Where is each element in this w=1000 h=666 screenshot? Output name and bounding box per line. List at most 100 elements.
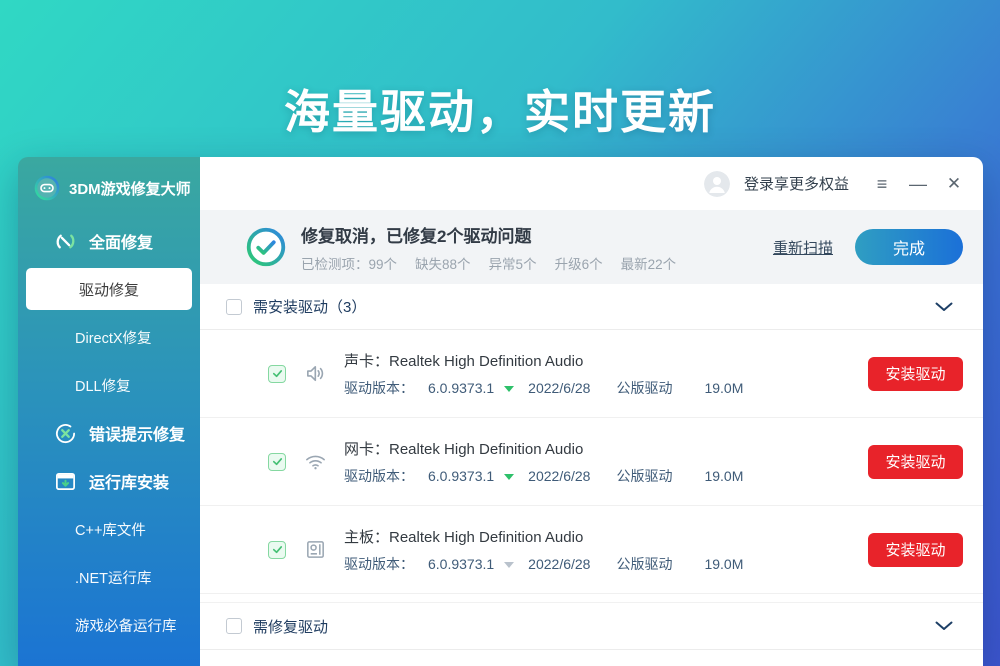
section-install-checkbox[interactable] — [226, 299, 242, 315]
install-driver-button[interactable]: 安装驱动 — [868, 445, 963, 479]
minimize-icon[interactable]: — — [907, 175, 929, 193]
sidebar-item-cpp-library[interactable]: C++库文件 — [18, 505, 200, 553]
driver-row-network-card: 网卡：Realtek High Definition Audio 驱动版本： 6… — [200, 418, 983, 506]
stat-missing: 缺失88个 — [415, 253, 471, 273]
sidebar-item-dotnet-runtime[interactable]: .NET运行库 — [18, 553, 200, 601]
close-icon[interactable]: ✕ — [943, 175, 965, 192]
main-panel: 登录享更多权益 ≡ — ✕ 修复取消，已修复2个驱动问题 已检测项：99个 缺失… — [200, 157, 983, 666]
driver-size: 19.0M — [704, 468, 743, 484]
motherboard-icon — [304, 538, 327, 561]
checkmark-icon — [271, 543, 284, 556]
version-value: 6.0.9373.1 — [428, 556, 494, 572]
check-circle-icon — [246, 227, 286, 267]
driver-checkbox[interactable] — [268, 541, 286, 559]
sidebar-item-label: DirectX修复 — [75, 327, 152, 348]
banner-actions: 重新扫描 完成 — [773, 229, 963, 265]
sidebar-item-label: 错误提示修复 — [89, 421, 185, 445]
section-repair-checkbox[interactable] — [226, 618, 242, 634]
sidebar-item-error-repair[interactable]: 错误提示修复 — [18, 409, 200, 457]
version-value: 6.0.9373.1 — [428, 468, 494, 484]
app-window: 3DM游戏修复大师 全面修复 驱动修复 DirectX修复 — [18, 157, 983, 666]
sidebar: 3DM游戏修复大师 全面修复 驱动修复 DirectX修复 — [18, 157, 200, 666]
version-label: 驱动版本： — [344, 554, 414, 574]
driver-checkbox[interactable] — [268, 453, 286, 471]
version-value: 6.0.9373.1 — [428, 380, 494, 396]
status-title: 修复取消，已修复2个驱动问题 — [301, 222, 676, 247]
driver-type: 公版驱动 — [616, 378, 672, 398]
driver-row-motherboard: 主板：Realtek High Definition Audio 驱动版本： 6… — [200, 506, 983, 594]
sidebar-item-dll-repair[interactable]: DLL修复 — [18, 361, 200, 409]
version-dropdown-icon[interactable] — [504, 474, 514, 480]
checkmark-icon — [271, 367, 284, 380]
install-driver-button[interactable]: 安装驱动 — [868, 357, 963, 391]
stat-upgrade: 升级6个 — [555, 253, 603, 273]
driver-info: 声卡：Realtek High Definition Audio 驱动版本： 6… — [344, 350, 743, 398]
driver-size: 19.0M — [704, 556, 743, 572]
driver-date: 2022/6/28 — [528, 380, 590, 396]
refresh-error-icon — [54, 422, 77, 445]
section-install-header[interactable]: 需安装驱动（3） — [200, 284, 983, 330]
sidebar-item-label: C++库文件 — [75, 519, 146, 540]
wrench-icon — [54, 230, 77, 253]
version-dropdown-icon[interactable] — [504, 562, 514, 568]
titlebar: 登录享更多权益 ≡ — ✕ — [200, 157, 983, 210]
sidebar-item-label: 运行库安装 — [89, 469, 169, 493]
driver-date: 2022/6/28 — [528, 556, 590, 572]
app-name: 3DM游戏修复大师 — [69, 178, 191, 199]
sidebar-item-driver-repair[interactable]: 驱动修复 — [26, 268, 192, 310]
version-label: 驱动版本： — [344, 378, 414, 398]
stat-abnormal: 异常5个 — [489, 253, 537, 273]
menu-icon[interactable]: ≡ — [871, 175, 893, 193]
driver-meta: 驱动版本： 6.0.9373.1 2022/6/28 公版驱动 19.0M — [344, 554, 743, 574]
section-repair-label: 需修复驱动 — [253, 616, 328, 637]
driver-title: 主板：Realtek High Definition Audio — [344, 526, 743, 547]
sidebar-item-directx-repair[interactable]: DirectX修复 — [18, 313, 200, 361]
stat-latest: 最新22个 — [621, 253, 677, 273]
version-dropdown-icon[interactable] — [504, 386, 514, 392]
sidebar-item-label: .NET运行库 — [75, 567, 152, 588]
section-repair-header[interactable]: 需修复驱动 — [200, 602, 983, 650]
sidebar-item-runtime-install[interactable]: 运行库安装 — [18, 457, 200, 505]
sidebar-nav: 全面修复 驱动修复 DirectX修复 DLL修复 错误提示修复 — [18, 217, 200, 649]
status-stats: 已检测项：99个 缺失88个 异常5个 升级6个 最新22个 — [301, 253, 676, 273]
driver-info: 主板：Realtek High Definition Audio 驱动版本： 6… — [344, 526, 743, 574]
driver-date: 2022/6/28 — [528, 468, 590, 484]
version-label: 驱动版本： — [344, 466, 414, 486]
stat-detected: 已检测项：99个 — [301, 253, 397, 273]
sidebar-item-label: 驱动修复 — [79, 279, 139, 300]
window-install-icon — [54, 470, 77, 493]
driver-type: 公版驱动 — [616, 554, 672, 574]
sidebar-item-label: DLL修复 — [75, 375, 131, 396]
sidebar-item-game-runtime[interactable]: 游戏必备运行库 — [18, 601, 200, 649]
driver-meta: 驱动版本： 6.0.9373.1 2022/6/28 公版驱动 19.0M — [344, 466, 743, 486]
gamepad-logo-icon — [34, 175, 60, 201]
chevron-down-icon[interactable] — [935, 621, 953, 631]
driver-checkbox[interactable] — [268, 365, 286, 383]
desktop-background: 海量驱动，实时更新 3DM游戏修复大师 — [0, 0, 1000, 666]
section-install-label: 需安装驱动（3） — [253, 296, 366, 317]
driver-size: 19.0M — [704, 380, 743, 396]
driver-meta: 驱动版本： 6.0.9373.1 2022/6/28 公版驱动 19.0M — [344, 378, 743, 398]
checkmark-icon — [271, 455, 284, 468]
rescan-link[interactable]: 重新扫描 — [773, 237, 833, 258]
avatar[interactable] — [704, 171, 730, 197]
user-avatar-icon — [704, 171, 730, 197]
driver-type: 公版驱动 — [616, 466, 672, 486]
speaker-icon — [304, 362, 327, 385]
chevron-down-icon[interactable] — [935, 302, 953, 312]
sidebar-item-label: 全面修复 — [89, 229, 153, 253]
login-link[interactable]: 登录享更多权益 — [744, 173, 849, 194]
install-driver-button[interactable]: 安装驱动 — [868, 533, 963, 567]
repair-status-banner: 修复取消，已修复2个驱动问题 已检测项：99个 缺失88个 异常5个 升级6个 … — [200, 210, 983, 284]
wifi-icon — [304, 450, 327, 473]
driver-info: 网卡：Realtek High Definition Audio 驱动版本： 6… — [344, 438, 743, 486]
sidebar-item-label: 游戏必备运行库 — [75, 615, 177, 636]
sidebar-item-full-repair[interactable]: 全面修复 — [18, 217, 200, 265]
app-logo: 3DM游戏修复大师 — [18, 173, 200, 203]
done-button[interactable]: 完成 — [855, 229, 963, 265]
status-text: 修复取消，已修复2个驱动问题 已检测项：99个 缺失88个 异常5个 升级6个 … — [301, 222, 676, 273]
hero-title: 海量驱动，实时更新 — [0, 76, 1000, 142]
driver-title: 网卡：Realtek High Definition Audio — [344, 438, 743, 459]
driver-row-sound-card: 声卡：Realtek High Definition Audio 驱动版本： 6… — [200, 330, 983, 418]
driver-title: 声卡：Realtek High Definition Audio — [344, 350, 743, 371]
